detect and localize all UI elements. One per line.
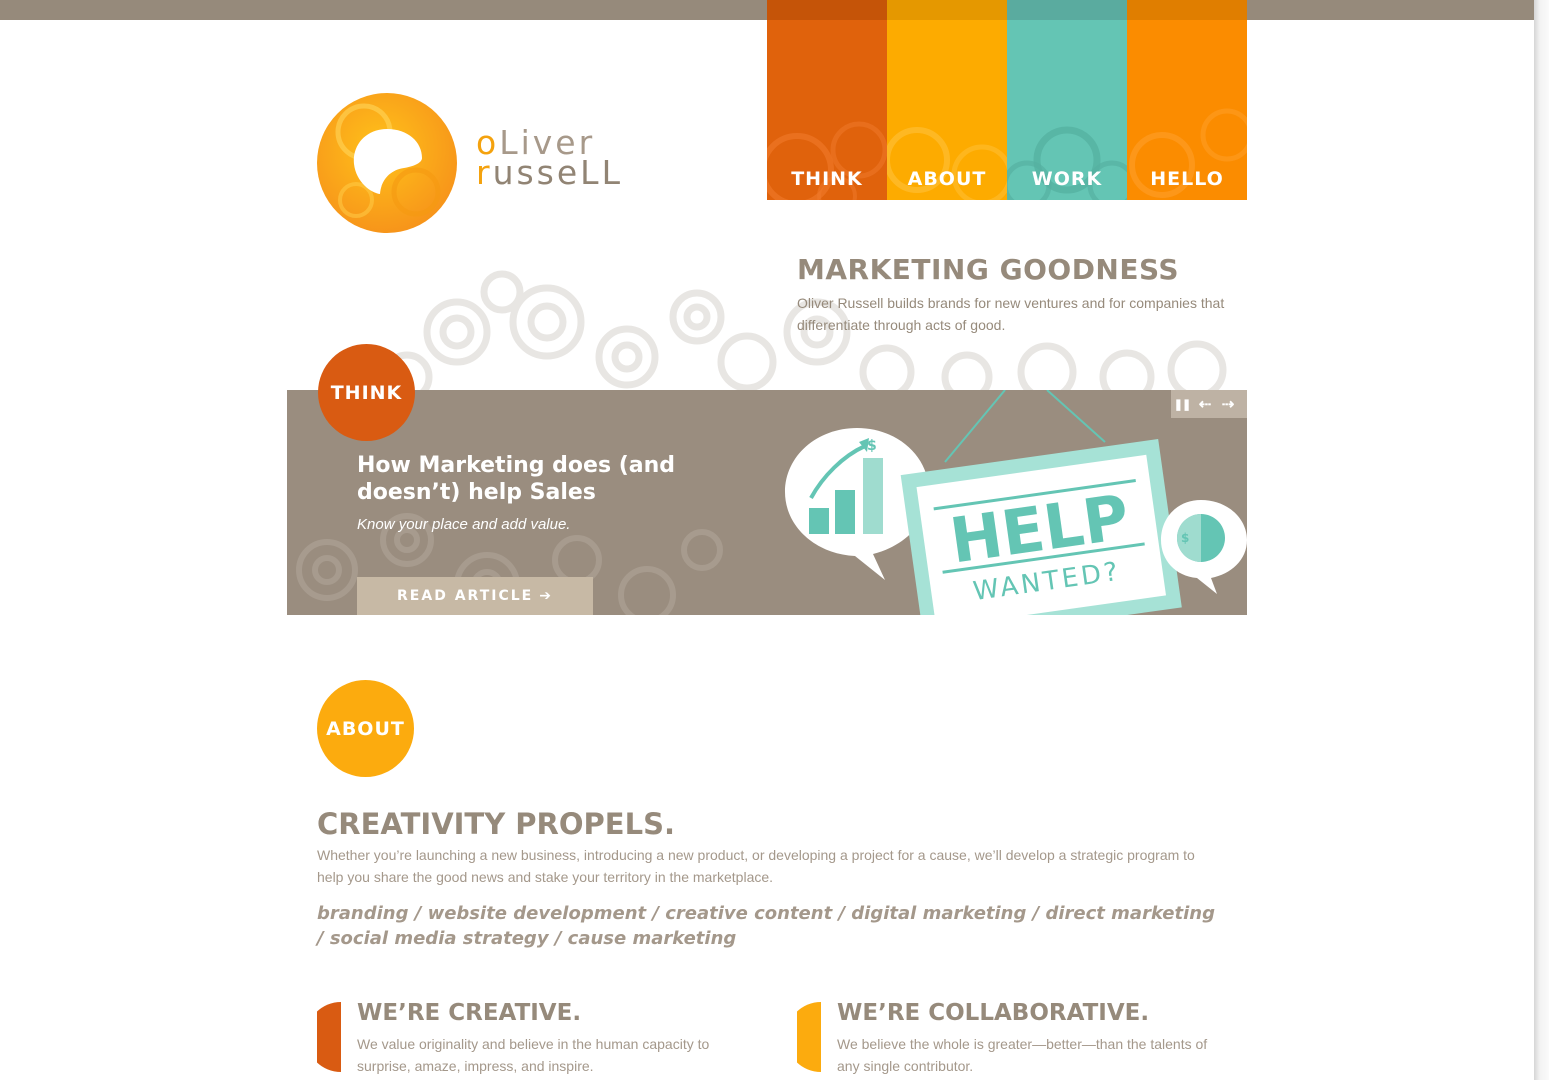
main-nav: THINK ABOUT WORK HELLO [767, 0, 1247, 200]
arrow-right-icon: ➔ [539, 588, 553, 604]
pause-icon[interactable]: ❚❚ [1171, 398, 1193, 411]
arrow-right-icon[interactable]: ⇢ [1217, 395, 1239, 413]
read-article-label: READ ARTICLE [397, 588, 534, 604]
value-title: WE’RE COLLABORATIVE. [837, 1000, 1150, 1026]
nav-item-work[interactable]: WORK [1007, 0, 1127, 200]
help-wanted-illustration: $ HELP WANTED? $ [785, 390, 1247, 615]
logo[interactable]: oLiver russeLL [316, 92, 646, 237]
logo-text-russell: russeLL [476, 153, 623, 192]
nav-label: ABOUT [907, 168, 987, 190]
nav-item-hello[interactable]: HELLO [1127, 0, 1247, 200]
hero-title: MARKETING GOODNESS [797, 253, 1180, 286]
about-badge: ABOUT [317, 680, 414, 777]
about-title: CREATIVITY PROPELS. [317, 807, 675, 841]
read-article-button[interactable]: READ ARTICLE ➔ [357, 577, 593, 615]
nav-label: WORK [1031, 168, 1103, 190]
window-edge [1534, 0, 1549, 1080]
nav-label: THINK [791, 168, 863, 190]
slide-title[interactable]: How Marketing does (and doesn’t) help Sa… [357, 452, 717, 506]
logo-mark-icon [317, 93, 457, 233]
hero-text: Oliver Russell builds brands for new ven… [797, 295, 1225, 333]
half-circle-icon [317, 1002, 341, 1072]
arrow-left-icon[interactable]: ⇠ [1193, 395, 1217, 413]
slider-controls: ❚❚ ⇠ ⇢ [1171, 390, 1247, 418]
nav-item-think[interactable]: THINK [767, 0, 887, 200]
slide-subtitle: Know your place and add value. [357, 516, 571, 533]
think-badge: THINK [318, 344, 415, 441]
value-text: We believe the whole is greater—better—t… [837, 1036, 1208, 1074]
value-title: WE’RE CREATIVE. [357, 1000, 582, 1026]
svg-text:$: $ [867, 438, 877, 454]
services-list: branding / website development / creativ… [317, 903, 1215, 949]
article-slider: How Marketing does (and doesn’t) help Sa… [287, 390, 1247, 615]
about-text: Whether you’re launching a new business,… [317, 847, 1195, 885]
nav-item-about[interactable]: ABOUT [887, 0, 1007, 200]
svg-text:$: $ [1181, 531, 1189, 545]
value-text: We value originality and believe in the … [357, 1036, 710, 1074]
nav-label: HELLO [1150, 168, 1224, 190]
half-circle-icon [797, 1002, 821, 1072]
